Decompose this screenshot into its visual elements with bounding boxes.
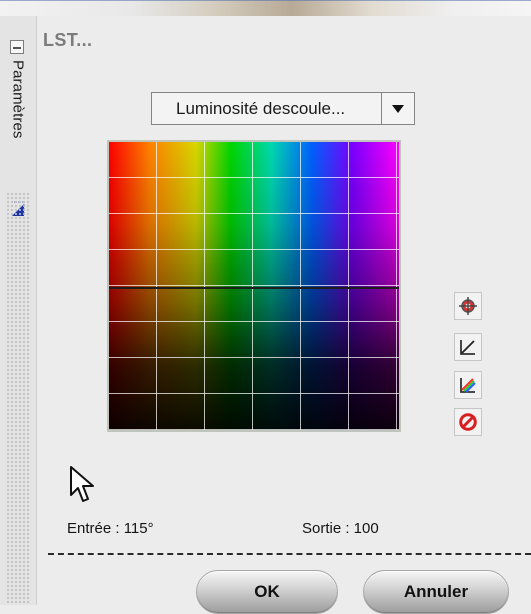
input-readout: Entrée : 115° [67,520,154,537]
color-curve-icon [460,378,476,393]
sidebar-dotted-texture [6,192,30,605]
parametres-tab[interactable]: Paramètres [10,60,27,186]
top-strip-line [0,0,531,1]
pointer-cursor-icon [70,466,94,502]
dashed-separator [48,553,531,555]
panel-title: LST... [43,30,93,50]
triangle-down-icon [392,104,404,113]
cancel-button[interactable]: Annuler [363,570,509,614]
reset-icon [459,413,477,431]
collapse-button[interactable] [10,40,24,54]
curve-line[interactable] [109,287,399,289]
curve-button[interactable] [454,333,482,361]
mode-dropdown[interactable]: Luminosité descoule... [151,92,415,125]
curve-graph[interactable] [109,142,399,430]
brightness-overlay [109,142,399,430]
curve-icon [460,340,475,355]
curve-graph-frame [107,140,401,432]
output-readout: Sortie : 100 [302,520,379,537]
dropdown-arrow-button[interactable] [382,92,415,125]
dropdown-selected-value[interactable]: Luminosité descoule... [151,92,382,125]
color-curve-button[interactable] [454,371,482,399]
crosshair-icon [459,297,477,315]
top-image-strip [0,0,531,16]
crosshair-button[interactable] [454,292,482,320]
left-sidebar: Paramètres [0,16,37,605]
reset-button[interactable] [454,408,482,436]
ok-button[interactable]: OK [196,570,338,614]
